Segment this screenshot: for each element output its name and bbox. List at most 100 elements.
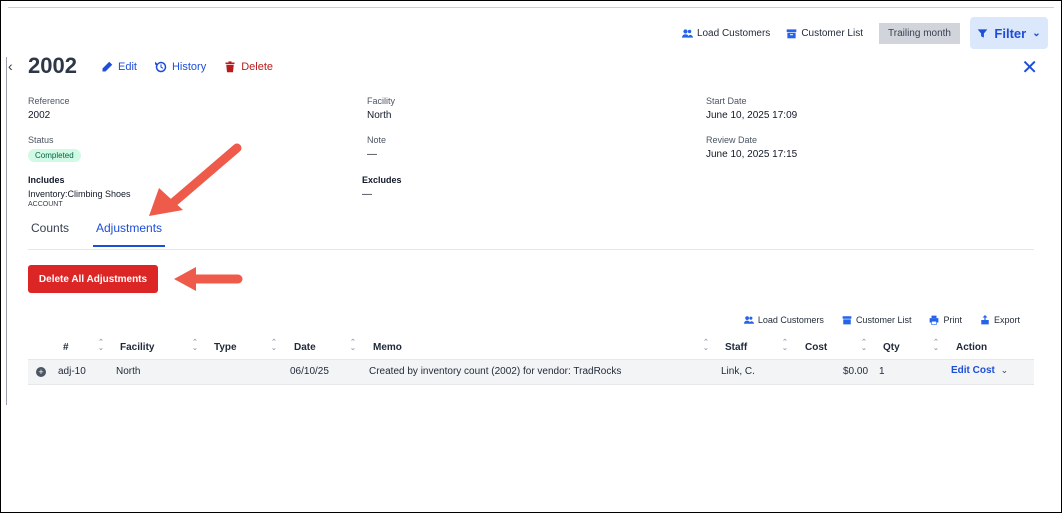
sort-icon[interactable]: ⌃ ⌄ [271,339,277,352]
export-button[interactable]: Export [980,315,1020,325]
expand-row-icon[interactable]: + [36,367,46,377]
page-title: 2002 [28,53,77,78]
col-facility: Facility [120,342,155,353]
edit-button[interactable]: Edit [101,61,137,73]
top-toolbar: Load Customers Customer List Trailing mo… [681,17,1048,49]
sort-icon[interactable]: ⌃ ⌄ [192,339,198,352]
table-load-customers-button[interactable]: Load Customers [743,315,824,325]
delete-all-adjustments-button[interactable]: Delete All Adjustments [28,265,158,293]
includes-item: Inventory:Climbing Shoes [28,189,131,199]
archive-icon [842,316,852,325]
includes-field: Includes Inventory:Climbing Shoes ACCOUN… [28,175,131,208]
pencil-icon [102,61,113,72]
history-button[interactable]: History [154,61,207,73]
col-type: Type [214,342,237,353]
date-range-selector[interactable]: Trailing month [879,22,960,44]
tab-counts[interactable]: Counts [31,221,69,245]
reference-label: Reference [28,96,70,106]
cell-num: adj-10 [58,366,86,377]
start-date-field: Start Date June 10, 2025 17:09 [706,96,797,121]
status-badge: Completed [28,149,81,162]
history-label: History [171,61,207,73]
cell-facility: North [116,366,141,377]
note-field: Note — [367,135,386,160]
sort-icon[interactable]: ⌃ ⌄ [861,339,867,352]
table-row: + adj-10 North 06/10/25 Created by inven… [28,360,1034,385]
cell-qty: 1 [879,366,885,377]
filter-label: Filter [994,25,1027,41]
review-date-value: June 10, 2025 17:15 [706,149,798,160]
users-icon [743,316,754,324]
sort-icon[interactable]: ⌃ ⌄ [782,339,788,352]
cell-staff: Link, C. [721,366,755,377]
export-label: Export [993,315,1020,325]
table-load-customers-label: Load Customers [757,315,824,325]
reference-value: 2002 [28,110,51,121]
edit-cost-label: Edit Cost [951,365,995,376]
review-date-field: Review Date June 10, 2025 17:15 [706,135,797,160]
chevron-down-icon: ⌄ [1000,365,1009,375]
table-customer-list-label: Customer List [855,315,912,325]
edit-label: Edit [118,61,137,73]
status-label: Status [28,135,54,145]
load-customers-button[interactable]: Load Customers [681,27,771,39]
table-header: # ⌃ ⌄ Facility ⌃ ⌄ Type ⌃ ⌄ Date ⌃ ⌄ Memo ⌃ ⌄… [28,337,1034,360]
filter-button[interactable]: Filter ⌄ [970,17,1048,49]
funnel-icon [978,28,988,38]
note-label: Note [367,135,387,145]
sort-icon[interactable]: ⌃ ⌄ [98,339,104,352]
col-staff: Staff [725,342,748,353]
col-date: Date [294,342,316,353]
excludes-value: — [362,189,372,200]
cell-cost: $0.00 [843,366,869,377]
users-icon [681,28,693,38]
tab-adjustments[interactable]: Adjustments [93,221,166,247]
top-divider [8,7,1054,8]
sort-icon[interactable]: ⌃ ⌄ [703,339,709,352]
edit-cost-button[interactable]: Edit Cost ⌄ [951,365,1008,376]
excludes-field: Excludes — [362,175,402,200]
export-icon [981,315,989,325]
header-actions: Edit History Delete [101,61,273,73]
delete-button[interactable]: Delete [224,61,273,73]
start-date-label: Start Date [706,96,747,106]
table-toolbar: Load Customers Customer List Print Expor… [743,315,1020,325]
archive-icon [787,28,797,38]
col-action: Action [956,342,988,353]
review-date-label: Review Date [706,135,758,145]
sort-icon[interactable]: ⌃ ⌄ [933,339,939,352]
facility-field: Facility North [367,96,395,121]
cell-memo: Created by inventory count (2002) for ve… [369,366,622,377]
customer-list-button[interactable]: Customer List [786,28,863,39]
printer-icon [930,315,939,325]
panel-edge [6,57,7,405]
excludes-label: Excludes [362,175,402,185]
facility-label: Facility [367,96,396,106]
col-num: # [63,342,69,353]
col-memo: Memo [373,342,402,353]
sort-icon[interactable]: ⌃ ⌄ [350,339,356,352]
includes-label: Includes [28,175,65,185]
load-customers-label: Load Customers [696,27,771,39]
table-customer-list-button[interactable]: Customer List [842,315,912,325]
col-qty: Qty [883,342,900,353]
close-icon[interactable]: ✕ [1021,58,1038,78]
trash-icon [225,61,235,73]
includes-type: ACCOUNT [28,201,63,208]
note-value: — [367,149,377,160]
facility-value: North [367,110,392,121]
customer-list-label: Customer List [801,27,863,39]
tab-bar: Counts Adjustments [28,215,1034,250]
reference-field: Reference 2002 [28,96,70,121]
col-cost: Cost [805,342,828,353]
history-icon [154,61,167,73]
chevron-left-icon[interactable]: ‹ [8,58,13,74]
window-frame [0,0,1062,513]
cell-date: 06/10/25 [290,366,329,377]
status-field: Status Completed [28,135,81,162]
print-label: Print [943,315,962,325]
chevron-down-icon: ⌄ [1032,27,1041,39]
start-date-value: June 10, 2025 17:09 [706,110,798,121]
delete-label: Delete [241,61,273,73]
print-button[interactable]: Print [929,315,962,325]
